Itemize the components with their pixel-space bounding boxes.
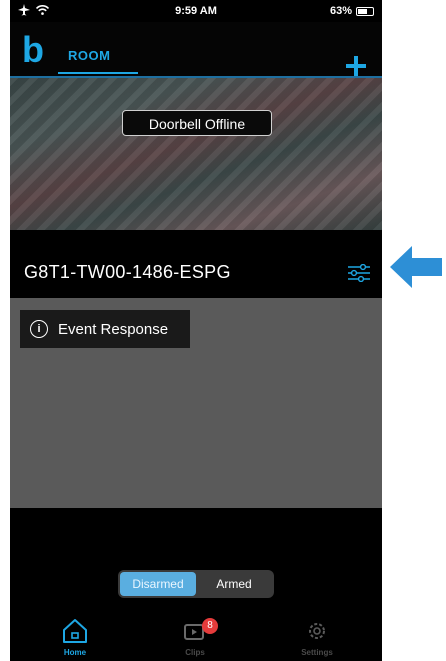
sliders-icon[interactable] xyxy=(348,264,370,282)
status-time: 9:59 AM xyxy=(175,5,217,17)
camera-preview[interactable]: Doorbell Offline xyxy=(10,78,382,230)
tab-clips-label: Clips xyxy=(185,648,205,657)
nav-header: b ROOM xyxy=(10,22,382,78)
battery-percent: 63% xyxy=(329,5,352,17)
camera-texture xyxy=(10,78,382,230)
brand-logo: b xyxy=(22,29,44,70)
tab-home[interactable]: Home xyxy=(30,612,120,657)
battery-icon xyxy=(356,6,374,16)
event-response-label: Event Response xyxy=(58,320,169,338)
plus-icon[interactable] xyxy=(346,56,366,76)
status-right: 63% xyxy=(330,5,374,17)
status-bar: 9:59 AM 63% xyxy=(10,0,382,22)
info-icon: i xyxy=(30,320,48,338)
bottom-tab-bar: Home 8 Clips Settings xyxy=(10,612,382,661)
tab-clips[interactable]: 8 Clips xyxy=(150,612,240,657)
tab-settings-label: Settings xyxy=(301,648,333,657)
event-response-button[interactable]: i Event Response xyxy=(20,310,190,348)
battery-fill xyxy=(358,8,367,14)
clips-count-badge: 8 xyxy=(202,618,218,634)
gear-icon xyxy=(309,623,325,639)
disarmed-option[interactable]: Disarmed xyxy=(120,572,196,596)
armed-option[interactable]: Armed xyxy=(196,572,272,596)
arm-mode-toggle: Disarmed Armed xyxy=(118,570,274,598)
event-area: i Event Response xyxy=(10,298,382,508)
tab-room[interactable]: ROOM xyxy=(58,48,120,63)
tab-home-label: Home xyxy=(63,648,87,657)
tab-room-underline xyxy=(58,72,138,74)
home-icon xyxy=(63,619,87,643)
arrow-left-icon xyxy=(390,246,442,288)
doorbell-offline-badge: Doorbell Offline xyxy=(122,110,272,136)
device-bar: G8T1-TW00-1486-ESPG xyxy=(10,230,382,298)
device-name: G8T1-TW00-1486-ESPG xyxy=(24,262,231,282)
phone-screen: 9:59 AM 63% b ROOM Doorbell Offline G8T1… xyxy=(10,0,382,661)
tab-settings[interactable]: Settings xyxy=(272,612,362,657)
